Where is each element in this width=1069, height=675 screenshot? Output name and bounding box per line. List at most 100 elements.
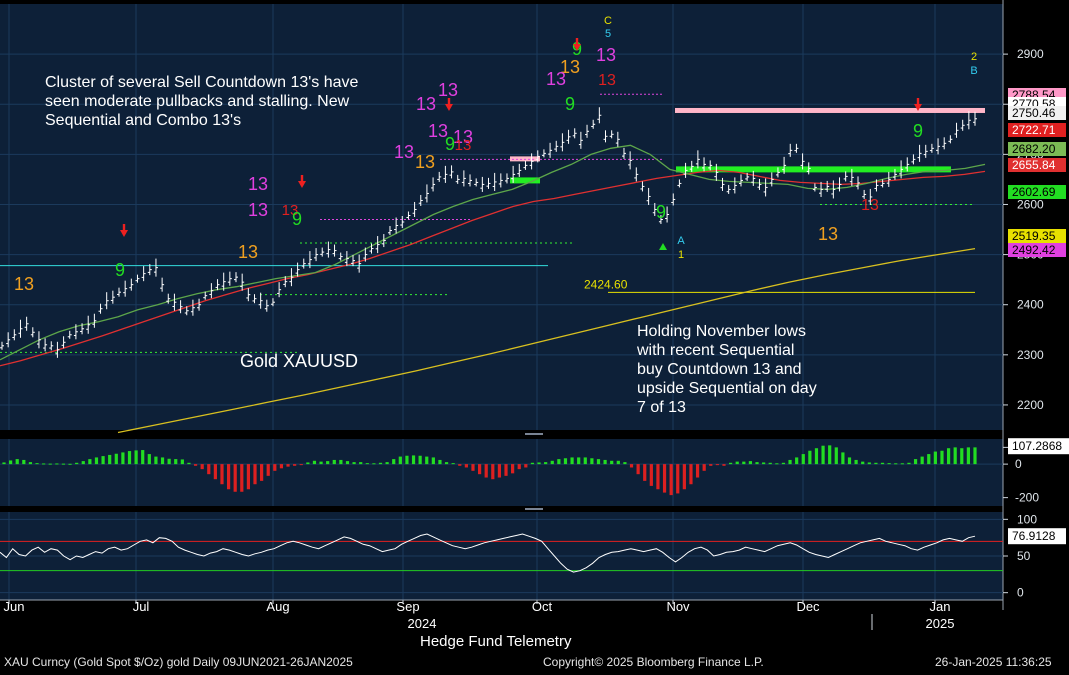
price-value-tag-label: 2602.69 bbox=[1012, 185, 1056, 199]
oscillator-bar bbox=[339, 459, 343, 465]
month-label: Jan bbox=[930, 599, 951, 614]
oscillator-value-label: 107.2868 bbox=[1012, 439, 1062, 453]
oscillator-bar bbox=[610, 460, 614, 465]
oscillator-bar bbox=[795, 457, 799, 465]
oscillator-bar bbox=[193, 464, 198, 466]
oscillator-bar bbox=[596, 459, 601, 465]
oscillator-bar bbox=[491, 464, 495, 480]
oscillator-bar bbox=[557, 459, 561, 465]
oscillator-bar bbox=[583, 457, 587, 465]
footer-security: XAU Curncy (Gold Spot $/Oz) gold Daily 0… bbox=[4, 655, 353, 669]
sequential-count-label: 9 bbox=[115, 260, 125, 280]
oscillator-bar bbox=[464, 464, 468, 468]
oscillator-bar bbox=[887, 463, 891, 465]
oscillator-bar bbox=[940, 450, 944, 465]
footer-brand: Hedge Fund Telemetry bbox=[420, 633, 572, 650]
sequential-count-label: 13 bbox=[438, 80, 458, 100]
oscillator-bar bbox=[425, 456, 429, 465]
sell-arrow-stem bbox=[916, 98, 920, 104]
oscillator-bar bbox=[213, 464, 217, 480]
oscillator-bar bbox=[933, 451, 937, 465]
oscillator-bar bbox=[537, 462, 541, 465]
oscillator-bar bbox=[312, 460, 317, 465]
oscillator-bar bbox=[946, 448, 951, 465]
oscillator-bar bbox=[775, 463, 779, 465]
oscillator-bar bbox=[530, 462, 535, 465]
price-value-tag-label: 2682.20 bbox=[1012, 142, 1056, 156]
price-tick-label: 2400 bbox=[1017, 298, 1044, 312]
oscillator-bar bbox=[253, 464, 257, 485]
oscillator-bar bbox=[359, 462, 363, 465]
sequential-count-label: 13 bbox=[394, 142, 414, 162]
month-label: Aug bbox=[266, 599, 289, 614]
price-tick-label: 2600 bbox=[1017, 197, 1044, 211]
sequential-count-label: 9 bbox=[656, 202, 666, 222]
oscillator-bar bbox=[378, 462, 383, 465]
chart-stage: 2424.60 13 13 13 13 13 13 13 13 13 13 13 13 13 13 13 13… bbox=[0, 0, 1069, 670]
oscillator-bar bbox=[134, 450, 138, 465]
oscillator-bar bbox=[695, 464, 700, 478]
momentum-tick-label: 0 bbox=[1017, 586, 1024, 600]
price-value-tag-label: 2655.84 bbox=[1012, 158, 1056, 172]
sequential-count-label: B bbox=[970, 65, 977, 77]
oscillator-bar bbox=[511, 464, 515, 474]
oscillator-bar bbox=[517, 464, 521, 470]
oscillator-bar bbox=[550, 460, 554, 465]
oscillator-bar bbox=[861, 461, 865, 465]
sell-arrow-stem bbox=[122, 224, 126, 230]
note-november-lows: Holding November lows with recent Sequen… bbox=[637, 323, 817, 416]
oscillator-bar bbox=[629, 464, 634, 468]
month-label: Nov bbox=[666, 599, 690, 614]
oscillator-bar bbox=[656, 464, 660, 490]
oscillator-bar bbox=[504, 464, 508, 476]
oscillator-bar bbox=[167, 458, 171, 465]
oscillator-bar bbox=[2, 462, 6, 465]
oscillator-bar bbox=[689, 464, 693, 485]
oscillator-bar bbox=[81, 461, 85, 465]
oscillator-bar bbox=[405, 455, 409, 465]
oscillator-bar bbox=[22, 459, 26, 465]
oscillator-bar bbox=[121, 452, 125, 465]
price-value-tag-label: 2519.35 bbox=[1012, 229, 1056, 243]
panel-splitter bbox=[525, 433, 543, 435]
oscillator-bar bbox=[293, 464, 297, 466]
panel-splitter bbox=[525, 508, 543, 510]
oscillator-bar bbox=[709, 464, 713, 466]
oscillator-bar bbox=[306, 462, 310, 465]
year-label: 2025 bbox=[926, 616, 955, 631]
price-value-tag-label: 2750.46 bbox=[1012, 106, 1056, 120]
oscillator-bar bbox=[55, 463, 59, 465]
oscillator-bar bbox=[101, 456, 105, 465]
oscillator-bar bbox=[438, 459, 442, 465]
oscillator-bar bbox=[643, 464, 647, 481]
oscillator-bar bbox=[174, 459, 178, 465]
oscillator-bar bbox=[418, 455, 422, 465]
oscillator-bar bbox=[180, 459, 184, 465]
footer-copyright: Copyright© 2025 Bloomberg Finance L.P. bbox=[543, 655, 764, 669]
sequential-count-label: 13 bbox=[238, 242, 258, 262]
sequential-count-label: 5 bbox=[605, 28, 611, 40]
sequential-count-label: 13 bbox=[248, 200, 268, 220]
oscillator-bar bbox=[233, 464, 237, 492]
oscillator-bar bbox=[649, 464, 653, 486]
oscillator-bar bbox=[42, 463, 46, 465]
oscillator-bar bbox=[821, 445, 825, 465]
oscillator-bar bbox=[755, 462, 759, 465]
oscillator-bar bbox=[966, 447, 970, 465]
oscillator-bar bbox=[748, 461, 753, 465]
price-tick-label: 2300 bbox=[1017, 348, 1044, 362]
oscillator-bar bbox=[801, 454, 805, 465]
oscillator-bar bbox=[260, 464, 264, 481]
sequential-count-label: 13 bbox=[415, 152, 435, 172]
oscillator-bar bbox=[28, 462, 33, 465]
oscillator-bar bbox=[385, 462, 389, 465]
oscillator-bar bbox=[154, 456, 158, 465]
oscillator-bar bbox=[847, 457, 852, 465]
oscillator-bar bbox=[94, 457, 99, 465]
oscillator-bar bbox=[319, 461, 323, 465]
oscillator-bar bbox=[477, 464, 482, 475]
oscillator-bar bbox=[894, 463, 898, 465]
sequential-count-label: 2 bbox=[971, 51, 977, 63]
oscillator-bar bbox=[544, 462, 548, 465]
oscillator-bar bbox=[953, 447, 957, 465]
